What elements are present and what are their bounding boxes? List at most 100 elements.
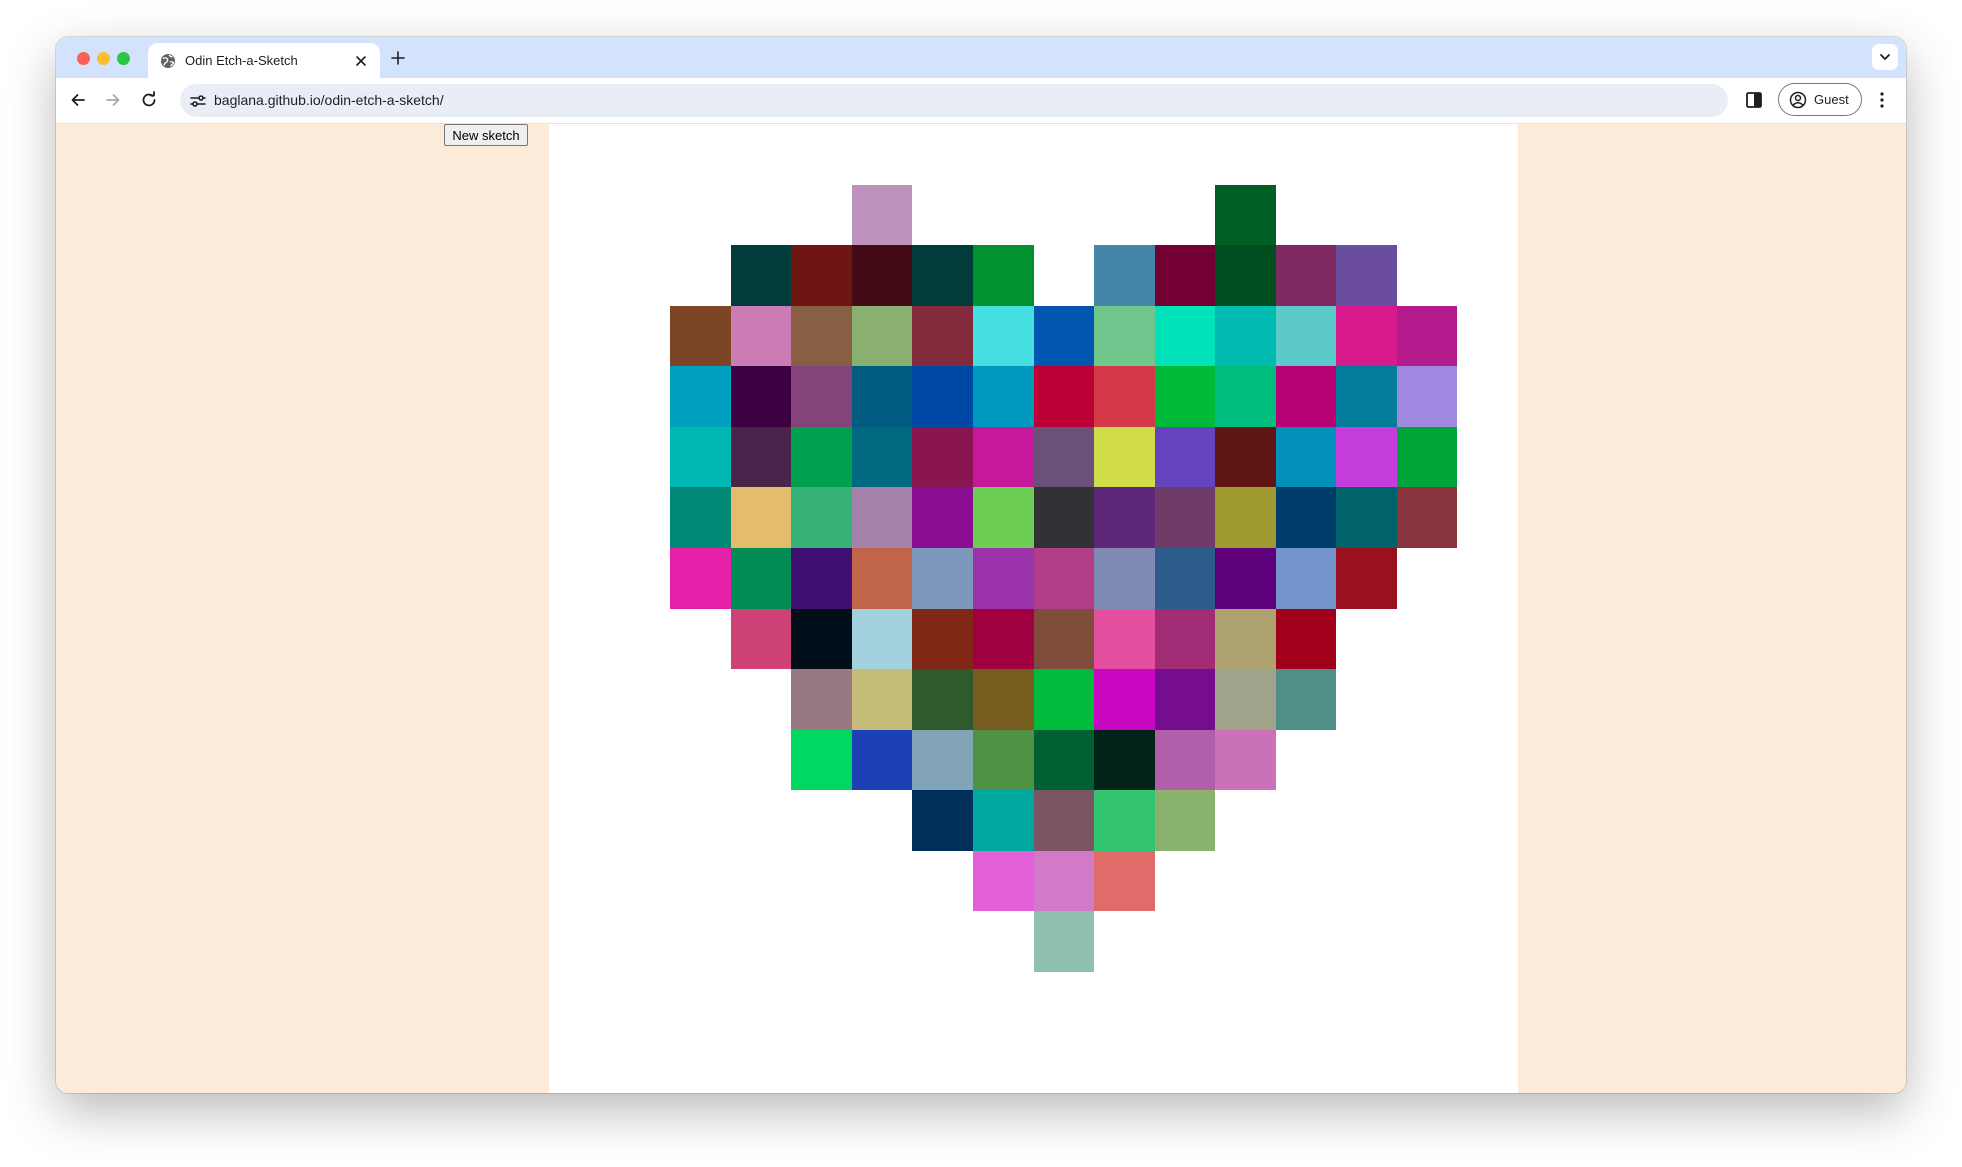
grid-cell[interactable] [972,124,1034,185]
grid-cell[interactable] [1396,426,1458,488]
grid-cell[interactable] [730,366,792,427]
grid-cell[interactable] [1215,124,1276,185]
grid-cell[interactable] [791,245,852,306]
grid-cell[interactable] [1457,547,1518,609]
grid-cell[interactable] [670,1032,731,1093]
grid-cell[interactable] [1215,971,1276,1033]
grid-cell[interactable] [972,911,1034,972]
grid-cell[interactable] [1275,669,1337,730]
grid-cell[interactable] [851,790,913,851]
grid-cell[interactable] [1215,669,1276,730]
grid-cell[interactable] [1033,790,1095,851]
grid-cell[interactable] [730,245,792,306]
grid-cell[interactable] [549,669,610,730]
grid-cell[interactable] [972,1032,1034,1093]
grid-cell[interactable] [1094,124,1155,185]
grid-cell[interactable] [730,487,792,548]
grid-cell[interactable] [851,426,913,488]
grid-cell[interactable] [912,245,973,306]
grid-cell[interactable] [972,850,1034,912]
grid-cell[interactable] [609,911,671,972]
grid-cell[interactable] [1336,124,1397,185]
grid-cell[interactable] [549,547,610,609]
grid-cell[interactable] [609,487,671,548]
grid-cell[interactable] [1396,547,1458,609]
forward-arrow-icon[interactable] [101,88,125,112]
grid-cell[interactable] [972,305,1034,367]
grid-cell[interactable] [972,426,1034,488]
grid-cell[interactable] [1457,487,1518,548]
grid-cell[interactable] [670,669,731,730]
grid-cell[interactable] [1154,790,1216,851]
grid-cell[interactable] [730,547,792,609]
grid-cell[interactable] [1094,790,1155,851]
grid-cell[interactable] [1336,608,1397,670]
grid-cell[interactable] [730,850,792,912]
grid-cell[interactable] [609,729,671,791]
grid-cell[interactable] [1215,426,1276,488]
grid-cell[interactable] [1275,850,1337,912]
grid-cell[interactable] [1154,366,1216,427]
grid-cell[interactable] [912,547,973,609]
grid-cell[interactable] [609,790,671,851]
grid-cell[interactable] [549,608,610,670]
grid-cell[interactable] [912,911,973,972]
grid-cell[interactable] [549,971,610,1033]
grid-cell[interactable] [1094,608,1155,670]
grid-cell[interactable] [730,124,792,185]
grid-cell[interactable] [670,911,731,972]
grid-cell[interactable] [1396,245,1458,306]
grid-cell[interactable] [791,426,852,488]
grid-cell[interactable] [1457,608,1518,670]
grid-cell[interactable] [912,850,973,912]
grid-cell[interactable] [1457,305,1518,367]
grid-cell[interactable] [1457,124,1518,185]
close-tab-icon[interactable] [352,52,370,70]
grid-cell[interactable] [851,1032,913,1093]
grid-cell[interactable] [1275,305,1337,367]
grid-cell[interactable] [972,366,1034,427]
grid-cell[interactable] [1336,971,1397,1033]
grid-cell[interactable] [1457,850,1518,912]
grid-cell[interactable] [851,911,913,972]
grid-cell[interactable] [1396,124,1458,185]
grid-cell[interactable] [1336,729,1397,791]
grid-cell[interactable] [1336,669,1397,730]
grid-cell[interactable] [1336,911,1397,972]
grid-cell[interactable] [791,184,852,246]
grid-cell[interactable] [1033,426,1095,488]
grid-cell[interactable] [1033,245,1095,306]
grid-cell[interactable] [791,305,852,367]
grid-cell[interactable] [1275,426,1337,488]
grid-cell[interactable] [1275,729,1337,791]
grid-cell[interactable] [730,608,792,670]
grid-cell[interactable] [851,547,913,609]
grid-cell[interactable] [1457,669,1518,730]
grid-cell[interactable] [1033,124,1095,185]
grid-cell[interactable] [851,305,913,367]
grid-cell[interactable] [972,971,1034,1033]
grid-cell[interactable] [1094,366,1155,427]
grid-cell[interactable] [609,971,671,1033]
grid-cell[interactable] [730,669,792,730]
grid-cell[interactable] [1336,366,1397,427]
grid-cell[interactable] [791,608,852,670]
grid-cell[interactable] [1215,487,1276,548]
grid-cell[interactable] [1396,911,1458,972]
grid-cell[interactable] [670,366,731,427]
grid-cell[interactable] [1033,366,1095,427]
grid-cell[interactable] [609,608,671,670]
address-bar[interactable]: baglana.github.io/odin-etch-a-sketch/ [180,84,1728,117]
side-panel-icon[interactable] [1742,88,1766,112]
grid-cell[interactable] [912,669,973,730]
grid-cell[interactable] [609,426,671,488]
grid-cell[interactable] [1396,1032,1458,1093]
grid-cell[interactable] [912,184,973,246]
grid-cell[interactable] [912,971,973,1033]
grid-cell[interactable] [1396,729,1458,791]
grid-cell[interactable] [609,184,671,246]
grid-cell[interactable] [1457,184,1518,246]
grid-cell[interactable] [670,487,731,548]
grid-cell[interactable] [791,971,852,1033]
back-arrow-icon[interactable] [66,88,90,112]
